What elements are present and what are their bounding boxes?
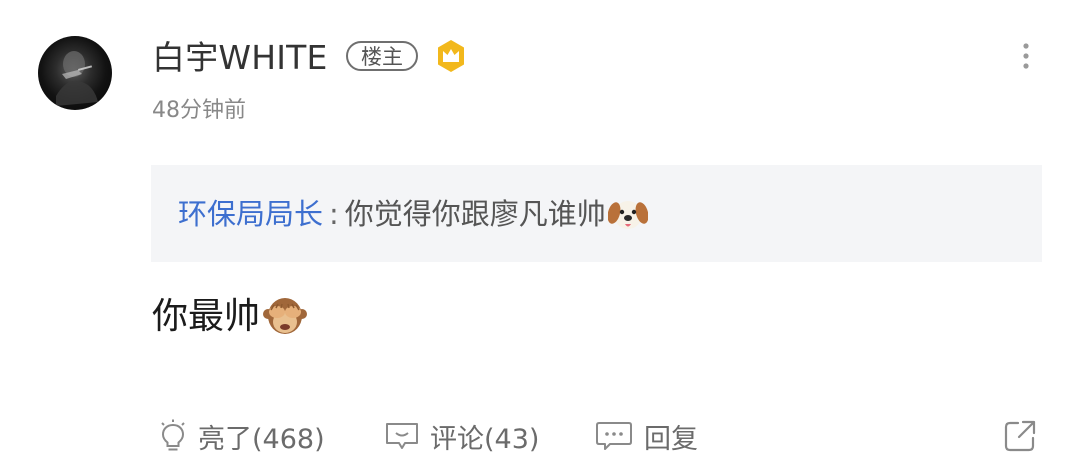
dog-face-emoji <box>607 200 648 229</box>
username[interactable]: 白宇WHITE <box>152 38 328 78</box>
reply-label: 回复 <box>644 423 698 455</box>
lightbulb-icon <box>161 419 185 451</box>
quoted-comment[interactable]: 环保局局长 : 你觉得你跟廖凡谁帅 <box>151 165 1042 262</box>
see-no-evil-monkey-emoji <box>263 298 308 334</box>
crown-badge-icon <box>438 40 464 72</box>
quote-separator: : <box>329 196 339 231</box>
post-time: 48分钟前 <box>152 98 246 123</box>
comment-button[interactable]: 评论(43) <box>384 412 539 460</box>
quote-author[interactable]: 环保局局长 <box>178 194 323 234</box>
like-button[interactable]: 亮了(468) <box>158 412 325 460</box>
reply-content: 你最帅 <box>152 294 308 340</box>
quote-text: 你觉得你跟廖凡谁帅 <box>344 196 606 231</box>
share-icon[interactable] <box>1002 418 1038 454</box>
user-avatar[interactable] <box>38 36 112 110</box>
op-badge: 楼主 <box>346 41 418 71</box>
reply-button[interactable]: 回复 <box>594 412 698 460</box>
comment-icon <box>386 423 418 449</box>
like-label: 亮了(468) <box>198 423 325 455</box>
avatar-image <box>56 51 98 106</box>
reply-text: 你最帅 <box>152 296 261 337</box>
comment-label: 评论(43) <box>430 423 540 455</box>
more-vertical-icon[interactable] <box>1014 40 1038 74</box>
reply-bubble-icon <box>596 422 632 450</box>
